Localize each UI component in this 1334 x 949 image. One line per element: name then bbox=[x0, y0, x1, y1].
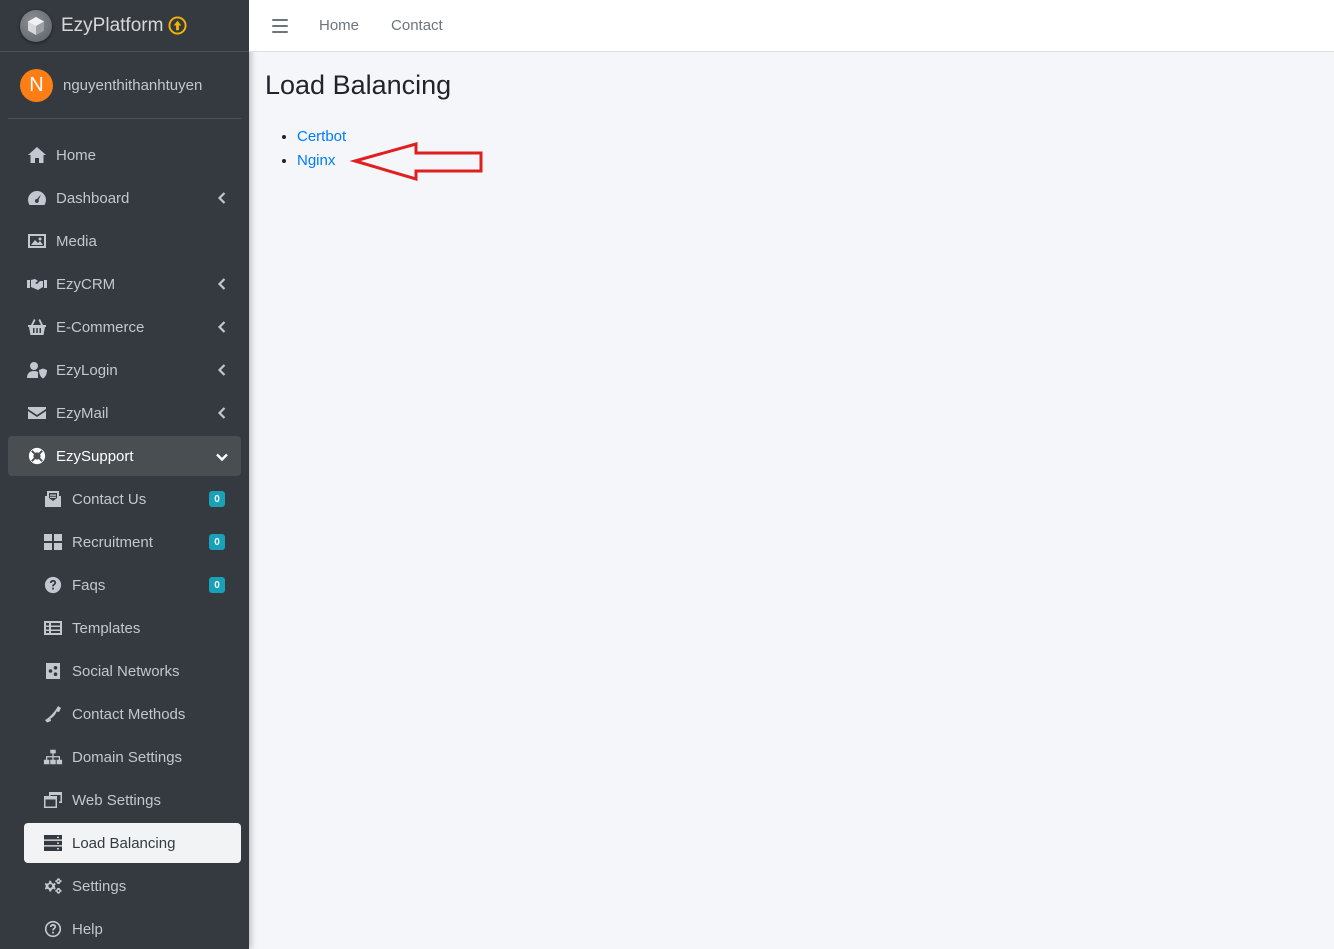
chevron-left-icon bbox=[217, 363, 227, 377]
sidebar-item-label: Web Settings bbox=[72, 791, 161, 809]
user-panel[interactable]: N nguyenthithanhtuyen bbox=[8, 52, 241, 119]
sidebar-item-ezylogin[interactable]: EzyLogin bbox=[8, 350, 241, 390]
sidebar-item-social-networks[interactable]: Social Networks bbox=[24, 651, 241, 691]
sidebar-item-recruitment[interactable]: Recruitment 0 bbox=[24, 522, 241, 562]
table-list-icon bbox=[42, 618, 64, 638]
server-icon bbox=[42, 833, 64, 853]
page-title: Load Balancing bbox=[265, 70, 452, 100]
sidebar-item-ezysupport[interactable]: EzySupport bbox=[8, 436, 241, 476]
sidebar-item-label: Load Balancing bbox=[72, 834, 176, 852]
chevron-left-icon bbox=[217, 191, 227, 205]
home-icon bbox=[26, 145, 48, 165]
chevron-down-icon bbox=[215, 450, 229, 462]
chevron-left-icon bbox=[217, 320, 227, 334]
sidebar-item-ezymail[interactable]: EzyMail bbox=[8, 393, 241, 433]
sidebar-item-faqs[interactable]: Faqs 0 bbox=[24, 565, 241, 605]
sidebar-item-help[interactable]: Help bbox=[24, 909, 241, 949]
sidebar-item-templates[interactable]: Templates bbox=[24, 608, 241, 648]
sidebar-item-load-balancing[interactable]: Load Balancing bbox=[24, 823, 241, 863]
certbot-link[interactable]: Certbot bbox=[297, 128, 346, 145]
sidebar-item-label: Media bbox=[56, 232, 97, 250]
sidebar-item-label: EzyMail bbox=[56, 404, 109, 422]
sidebar-item-label: E-Commerce bbox=[56, 318, 145, 336]
chevron-left-icon bbox=[217, 406, 227, 420]
top-navbar: Home Contact bbox=[249, 0, 1334, 52]
sidebar-item-ezycrm[interactable]: EzyCRM bbox=[8, 264, 241, 304]
question-circle-outline-icon bbox=[42, 919, 64, 939]
red-arrow-annotation-icon bbox=[350, 142, 483, 182]
sidebar-item-label: Contact Methods bbox=[72, 705, 186, 723]
arrow-up-circle-icon[interactable] bbox=[168, 16, 187, 35]
sidebar-item-label: Recruitment bbox=[72, 533, 153, 551]
sidebar-item-label: Templates bbox=[72, 619, 141, 637]
phone-icon bbox=[42, 704, 64, 724]
count-badge: 0 bbox=[209, 577, 225, 593]
sitemap-icon bbox=[42, 747, 64, 767]
basket-icon bbox=[26, 317, 48, 337]
nginx-link[interactable]: Nginx bbox=[297, 152, 335, 169]
sidebar: EzyPlatform N nguyenthithanhtuyen Home D… bbox=[0, 0, 249, 949]
sidebar-item-media[interactable]: Media bbox=[8, 221, 241, 261]
cogs-icon bbox=[42, 876, 64, 896]
sidebar-item-label: Domain Settings bbox=[72, 748, 183, 766]
handshake-icon bbox=[26, 274, 48, 294]
sidebar-item-label: Contact Us bbox=[72, 490, 147, 508]
sidebar-item-dashboard[interactable]: Dashboard bbox=[8, 178, 241, 218]
share-square-icon bbox=[42, 661, 64, 681]
count-badge: 0 bbox=[209, 534, 225, 550]
sidebar-item-label: Faqs bbox=[72, 576, 106, 594]
tachometer-icon bbox=[26, 188, 48, 208]
sidebar-item-home[interactable]: Home bbox=[8, 135, 241, 175]
sidebar-item-label: EzyLogin bbox=[56, 361, 118, 379]
sidebar-item-contact-methods[interactable]: Contact Methods bbox=[24, 694, 241, 734]
sidebar-item-label: Dashboard bbox=[56, 189, 130, 207]
user-name[interactable]: nguyenthithanhtuyen bbox=[63, 77, 202, 94]
chevron-left-icon bbox=[217, 277, 227, 291]
sidebar-item-label: Social Networks bbox=[72, 662, 180, 680]
question-circle-icon bbox=[42, 575, 64, 595]
sidebar-item-label: Home bbox=[56, 146, 97, 164]
sidebar-item-label: EzySupport bbox=[56, 447, 134, 465]
contact-icon bbox=[42, 489, 64, 509]
window-restore-icon bbox=[42, 790, 64, 810]
envelope-icon bbox=[26, 403, 48, 423]
user-shield-icon bbox=[26, 360, 48, 380]
image-icon bbox=[26, 231, 48, 251]
hamburger-menu-icon[interactable] bbox=[272, 18, 288, 33]
sidebar-item-web-settings[interactable]: Web Settings bbox=[24, 780, 241, 820]
avatar[interactable]: N bbox=[20, 68, 53, 102]
count-badge: 0 bbox=[209, 491, 225, 507]
sidebar-item-label: Settings bbox=[72, 877, 127, 895]
grid-icon bbox=[42, 532, 64, 552]
sidebar-item-e-commerce[interactable]: E-Commerce bbox=[8, 307, 241, 347]
cube-logo-icon bbox=[20, 9, 52, 42]
brand[interactable]: EzyPlatform bbox=[0, 0, 249, 52]
sidebar-item-settings[interactable]: Settings bbox=[24, 866, 241, 906]
top-nav-home-link[interactable]: Home bbox=[319, 17, 359, 34]
sidebar-nav: Home Dashboard Media EzyCRM E-Commerce E… bbox=[0, 119, 249, 949]
sidebar-item-domain-settings[interactable]: Domain Settings bbox=[24, 737, 241, 777]
sidebar-item-label: Help bbox=[72, 920, 103, 938]
life-ring-icon bbox=[26, 446, 48, 466]
brand-name: EzyPlatform bbox=[61, 14, 164, 36]
sidebar-item-contact-us[interactable]: Contact Us 0 bbox=[24, 479, 241, 519]
top-nav-contact-link[interactable]: Contact bbox=[391, 17, 443, 34]
sidebar-item-label: EzyCRM bbox=[56, 275, 116, 293]
ezysupport-submenu: Contact Us 0 Recruitment 0 Faqs 0 Templa… bbox=[8, 479, 241, 949]
